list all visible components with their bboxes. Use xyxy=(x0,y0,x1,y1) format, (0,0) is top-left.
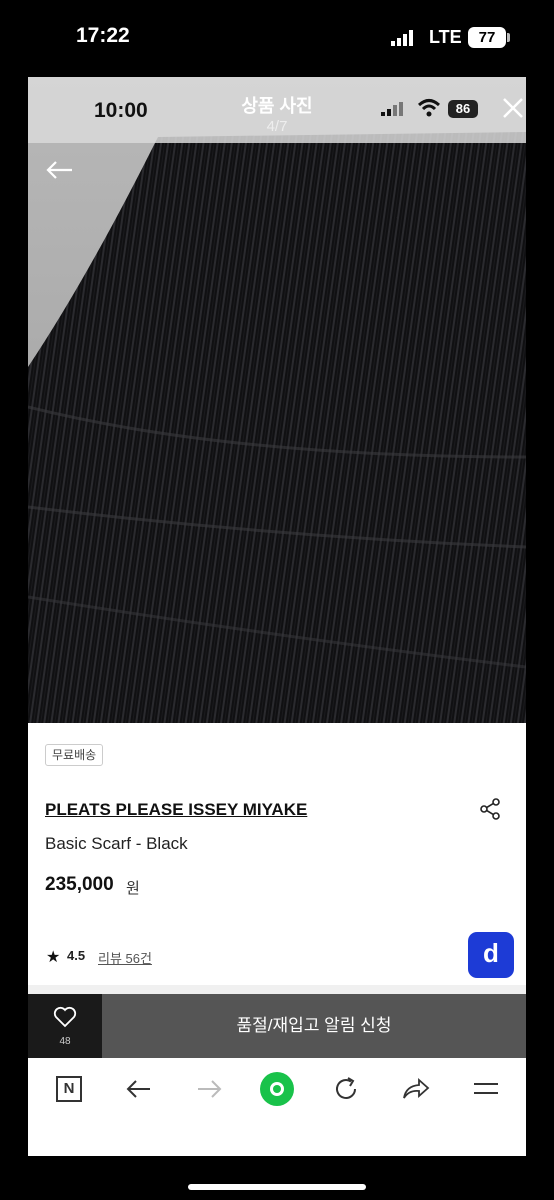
status-time: 17:22 xyxy=(76,24,130,47)
wifi-icon xyxy=(417,99,441,117)
review-count-link[interactable]: 리뷰 56건 xyxy=(98,948,152,967)
green-dot-button[interactable] xyxy=(259,1071,295,1107)
battery-tip xyxy=(507,33,510,42)
product-photo[interactable]: 10:00 상품 사진 4/7 86 xyxy=(28,77,526,723)
cellular-signal-icon xyxy=(391,30,413,46)
share-icon[interactable] xyxy=(478,797,502,821)
browser-toolbar: N xyxy=(28,1058,526,1156)
battery-icon: 77 xyxy=(468,27,506,48)
brand-link[interactable]: PLEATS PLEASE ISSEY MIYAKE xyxy=(45,800,307,820)
rating-value: 4.5 xyxy=(67,948,86,963)
forward-icon[interactable] xyxy=(194,1074,224,1104)
naver-home-button[interactable]: N xyxy=(56,1076,82,1102)
section-divider xyxy=(28,985,526,994)
restock-alert-button[interactable]: 품절/재입고 알림 신청 xyxy=(102,994,526,1058)
free-shipping-badge: 무료배송 xyxy=(45,744,104,766)
back-arrow-icon[interactable] xyxy=(44,159,76,181)
share-arrow-icon[interactable] xyxy=(401,1074,431,1104)
close-icon[interactable] xyxy=(500,95,526,121)
menu-icon[interactable] xyxy=(471,1074,501,1104)
app-screen: 10:00 상품 사진 4/7 86 무료배송 PLEATS PLEASE IS… xyxy=(28,77,526,1156)
photo-counter: 4/7 xyxy=(266,118,288,135)
product-name: Basic Scarf - Black xyxy=(45,834,188,853)
inner-battery-icon: 86 xyxy=(448,100,478,118)
wishlist-count: 48 xyxy=(59,1036,71,1047)
wishlist-button[interactable]: 48 xyxy=(28,994,102,1058)
heart-icon xyxy=(53,1006,77,1028)
network-type-label: LTE xyxy=(429,27,462,47)
price-currency: 원 xyxy=(126,880,140,897)
inner-signal-icon xyxy=(381,102,403,116)
product-price: 235,000 xyxy=(45,874,114,895)
home-indicator xyxy=(188,1184,366,1190)
app-logo-button[interactable]: d xyxy=(468,932,514,978)
app-logo-letter: d xyxy=(483,938,499,968)
star-icon: ★ xyxy=(46,949,61,966)
refresh-icon[interactable] xyxy=(331,1074,361,1104)
back-icon[interactable] xyxy=(124,1074,154,1104)
